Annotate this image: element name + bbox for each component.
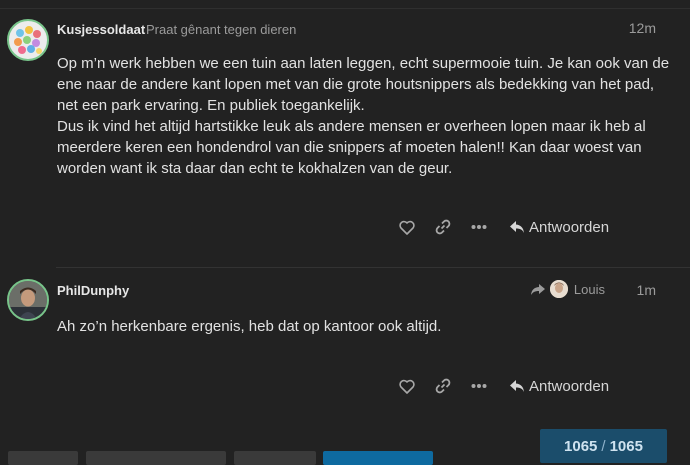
heart-icon[interactable] <box>397 376 417 396</box>
username[interactable]: Kusjessoldaat <box>57 22 145 37</box>
post-time[interactable]: 12m <box>629 20 656 36</box>
post: Kusjessoldaat Praat gênant tegen dieren … <box>0 10 690 265</box>
post-content: Ah zo’n herkenbare ergenis, heb dat op k… <box>57 316 672 337</box>
reply-label: Antwoorden <box>529 218 610 236</box>
progress-current: 1065 <box>564 437 598 455</box>
topic-progress[interactable]: 1065 / 1065 <box>540 429 667 463</box>
link-icon[interactable] <box>433 376 453 396</box>
post-content: Op m’n werk hebben we een tuin aan laten… <box>57 53 672 179</box>
link-icon[interactable] <box>433 217 453 237</box>
ellipsis-icon[interactable] <box>469 217 489 237</box>
share-arrow-icon <box>530 283 545 295</box>
avatar[interactable] <box>7 19 49 61</box>
progress-separator: / <box>601 437 606 455</box>
post-time[interactable]: 1m <box>637 282 656 298</box>
avatar[interactable] <box>7 279 49 321</box>
user-title: Praat gênant tegen dieren <box>146 22 297 37</box>
post-paragraph: Op m’n werk hebben we een tuin aan laten… <box>57 55 670 114</box>
heart-icon[interactable] <box>397 217 417 237</box>
reply-to-username: Louis <box>573 281 605 297</box>
progress-total: 1065 <box>609 437 643 455</box>
reply-arrow-icon <box>510 380 524 392</box>
post-actions: Antwoorden <box>397 217 657 237</box>
post-paragraph: Dus ik vind het altijd hartstikke leuk a… <box>57 118 646 177</box>
post-paragraph: Ah zo’n herkenbare ergenis, heb dat op k… <box>57 318 442 335</box>
ellipsis-icon[interactable] <box>469 376 489 396</box>
reply-button[interactable]: Antwoorden <box>509 219 609 236</box>
post: PhilDunphy Louis 1m Ah zo’n herkenbare e… <box>0 268 690 428</box>
avatar <box>549 280 568 298</box>
reply-arrow-icon <box>510 221 524 233</box>
top-divider <box>0 8 690 9</box>
reply-label: Antwoorden <box>529 377 610 395</box>
reply-button[interactable]: Antwoorden <box>509 378 609 395</box>
username[interactable]: PhilDunphy <box>57 283 129 298</box>
reply-to-indicator[interactable]: Louis <box>530 280 605 298</box>
post-actions: Antwoorden <box>397 376 657 396</box>
